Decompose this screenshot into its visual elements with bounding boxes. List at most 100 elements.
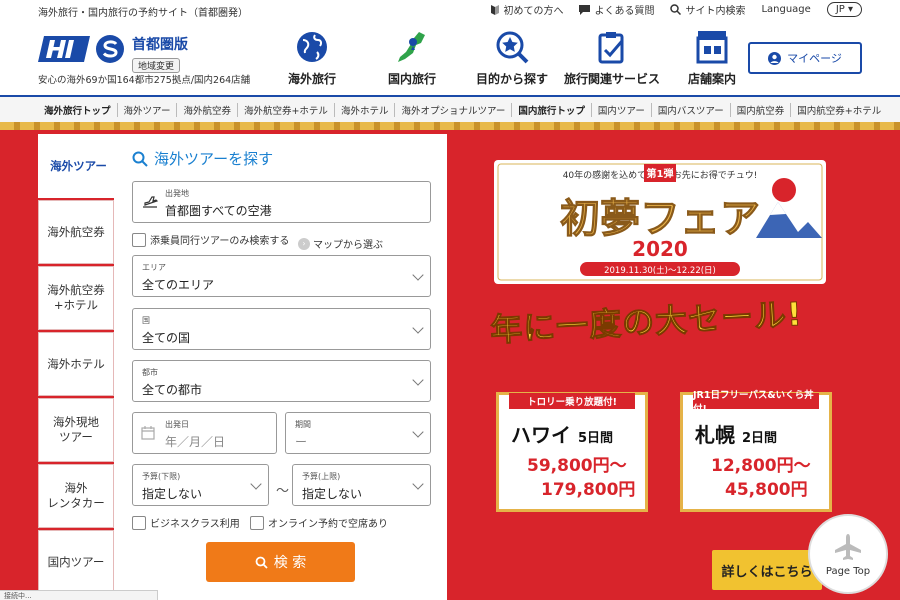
fair-title: 初夢フェア (560, 195, 760, 242)
details-button[interactable]: 詳しくはこちら (712, 550, 822, 590)
airplane-icon (143, 196, 158, 208)
tab-overseas-air[interactable]: 海外航空券 (38, 200, 114, 264)
deal-card-sapporo[interactable]: JR1日フリーパス&いくら丼付! 札幌 2日間 12,800円〜 45,800円 (680, 390, 832, 512)
fair-period: 2019.11.30(土)〜12.22(日) (604, 265, 716, 276)
nav-purpose-label: 目的から探す (475, 72, 548, 86)
deal-price-to: 179,800円 (541, 480, 636, 500)
browser-status-bar: 接続中... (0, 590, 158, 600)
search-button-label: 検 索 (273, 555, 307, 571)
subnav-domestic-tour[interactable]: 国内ツアー (592, 102, 652, 117)
deal-days: 5日間 (577, 431, 614, 446)
nav-overseas-label: 海外旅行 (287, 72, 336, 86)
top-utility-bar: 海外旅行・国内旅行の予約サイト（首都圏発） 初めての方へ よくある質問 サイト内… (0, 0, 900, 20)
country-select[interactable]: 国 全ての国 (132, 308, 431, 350)
tab-domestic-tour[interactable]: 国内ツアー (38, 530, 114, 594)
city-label: 都市 (142, 368, 158, 377)
star-search-icon (496, 31, 529, 64)
site-header: 首都圏版 地域変更 安心の海外69か国164都市275拠点/国内264店舗 海外… (0, 20, 900, 92)
his-logo[interactable] (38, 34, 126, 64)
subnav-domestic-top[interactable]: 国内旅行トップ (512, 102, 592, 117)
chevron-down-icon (250, 478, 262, 490)
language-value: JP (835, 4, 845, 15)
tab-overseas-local-tour[interactable]: 海外現地 ツアー (38, 398, 114, 462)
page-top-button[interactable]: Page Top (808, 514, 888, 594)
deal-destination-name: ハワイ (511, 423, 571, 447)
deal-card-hawaii[interactable]: トロリー乗り放題付! ハワイ 5日間 59,800円〜 179,800円 (496, 392, 648, 512)
subnav-overseas-hotel[interactable]: 海外ホテル (335, 102, 396, 117)
subnav-domestic-air-hotel[interactable]: 国内航空券+ホテル (791, 103, 887, 117)
clipboard-icon (598, 32, 624, 64)
user-icon (768, 51, 782, 65)
subnav-domestic-air[interactable]: 国内航空券 (731, 102, 792, 117)
nav-stores-label: 店舗案内 (687, 72, 736, 86)
faq-label: よくある質問 (594, 6, 655, 17)
site-search-label: サイト内検索 (685, 6, 746, 17)
mypage-button[interactable]: マイページ (748, 42, 862, 74)
area-select[interactable]: エリア 全てのエリア (132, 255, 431, 297)
first-time-label: 初めての方へ (503, 6, 564, 17)
period-value: ー (295, 435, 308, 449)
origin-label: 出発地 (165, 189, 189, 198)
region-change-button[interactable]: 地域変更 (132, 58, 181, 73)
period-select[interactable]: 期間 ー (285, 412, 431, 454)
map-select-link[interactable]: › マップから選ぶ (298, 236, 383, 251)
store-icon (696, 31, 728, 64)
deal-price-from: 59,800円〜 (527, 456, 627, 476)
online-checkbox-box (250, 515, 264, 530)
fair-badge: 第1弾 (647, 167, 674, 180)
subnav-overseas-top[interactable]: 海外旅行トップ (38, 102, 118, 117)
language-select[interactable]: JP ▾ (826, 2, 862, 17)
search-tabs: 海外ツアー 海外航空券 海外航空券 +ホテル 海外ホテル 海外現地 ツアー 海外… (38, 134, 118, 600)
departure-date-field[interactable]: 出発日 年／月／日 (132, 412, 277, 454)
business-class-checkbox[interactable]: ビジネスクラス利用 (132, 515, 240, 530)
tab-overseas-rentacar[interactable]: 海外 レンタカー (38, 464, 114, 528)
panel-title: 海外ツアーを探す (154, 150, 274, 168)
nav-purpose[interactable]: 目的から探す (462, 30, 562, 87)
subnav-overseas-air[interactable]: 海外航空券 (177, 102, 238, 117)
chevron-right-icon: › (298, 237, 310, 250)
budget-min-select[interactable]: 予算(下限) 指定しない (132, 464, 269, 506)
nav-services-label: 旅行関連サービス (563, 72, 660, 86)
online-available-checkbox[interactable]: オンライン予約で空席あり (250, 515, 388, 530)
budget-max-value: 指定しない (302, 487, 363, 501)
online-checkbox-label: オンライン予約で空席あり (268, 519, 388, 530)
period-label: 期間 (295, 420, 311, 429)
origin-field[interactable]: 出発地 首都圏すべての空港 (132, 181, 431, 223)
deal-price-from: 12,800円〜 (711, 456, 811, 476)
nav-overseas[interactable]: 海外旅行 (262, 30, 362, 87)
sale-headline: 年に一度の大セール! (489, 294, 804, 350)
nav-services[interactable]: 旅行関連サービス (562, 30, 662, 87)
hero-area: 海外ツアー 海外航空券 海外航空券 +ホテル 海外ホテル 海外現地 ツアー 海外… (0, 122, 900, 600)
subnav-overseas-tour[interactable]: 海外ツアー (118, 102, 178, 117)
site-search-link[interactable]: サイト内検索 (670, 2, 745, 17)
region-name: 首都圏版 (132, 37, 188, 53)
utility-links: 初めての方へ よくある質問 サイト内検索 Language JP ▾ (491, 2, 862, 17)
tab-overseas-air-hotel[interactable]: 海外航空券 +ホテル (38, 266, 114, 330)
globe-icon (297, 32, 327, 62)
chevron-down-icon (412, 478, 424, 490)
first-time-link[interactable]: 初めての方へ (491, 2, 563, 17)
nav-domestic-label: 国内旅行 (387, 72, 436, 86)
escort-only-checkbox[interactable]: 添乗員同行ツアーのみ検索する (132, 232, 289, 247)
deal-days: 2日間 (741, 431, 778, 446)
panel-title-row: 海外ツアーを探す (132, 148, 273, 169)
nav-domestic[interactable]: 国内旅行 (362, 30, 462, 87)
city-select[interactable]: 都市 全ての都市 (132, 360, 431, 402)
nav-stores[interactable]: 店舗案内 (662, 30, 762, 87)
airplane-icon (835, 533, 861, 560)
tab-overseas-hotel[interactable]: 海外ホテル (38, 332, 114, 396)
faq-link[interactable]: よくある質問 (579, 2, 654, 17)
area-value: 全てのエリア (142, 278, 215, 292)
budget-max-select[interactable]: 予算(上限) 指定しない (292, 464, 431, 506)
subnav-domestic-bus[interactable]: 国内バスツアー (652, 102, 731, 117)
subnav-overseas-optional[interactable]: 海外オプショナルツアー (395, 102, 513, 117)
fair-logo-banner[interactable]: 40年の感謝を込めて、一足お先にお得でチュウ! 第1弾 初夢フェア 2020 2… (494, 160, 826, 284)
search-button[interactable]: 検 索 (206, 542, 355, 582)
business-checkbox-box (132, 515, 146, 530)
escort-checkbox-box (132, 232, 146, 247)
subnav-overseas-air-hotel[interactable]: 海外航空券+ホテル (238, 102, 335, 117)
search-icon (132, 151, 148, 167)
tab-overseas-tour[interactable]: 海外ツアー (38, 134, 118, 198)
map-select-label: マップから選ぶ (313, 240, 383, 251)
page-top-label: Page Top (825, 565, 871, 577)
